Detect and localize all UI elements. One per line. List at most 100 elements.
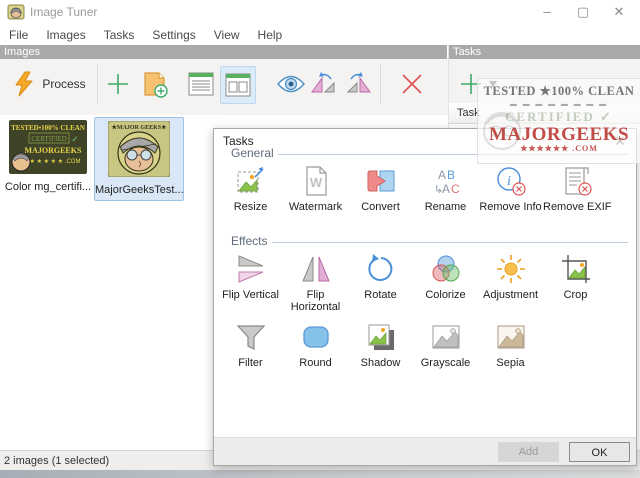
remove-images-button[interactable] — [396, 66, 428, 102]
list-view-icon — [188, 72, 214, 96]
certified-stamp-thumbnail: TESTED•100% CLEAN CERTIFIED ✓ MAJORGEEKS… — [9, 120, 87, 174]
ok-button[interactable]: OK — [569, 442, 630, 462]
task-adjustment[interactable]: Adjustment — [478, 253, 543, 313]
shadow-icon — [368, 324, 394, 350]
process-button[interactable]: Process — [6, 66, 92, 102]
task-remove-info[interactable]: i Remove Info — [478, 165, 543, 213]
add-images-button[interactable] — [103, 66, 133, 102]
task-filter[interactable]: Filter — [218, 321, 283, 369]
list-view-button[interactable] — [184, 66, 218, 102]
task-label: Colorize — [425, 289, 466, 301]
task-label: Crop — [563, 289, 588, 301]
thumbnail-label: Color mg_certifi... — [4, 181, 92, 193]
add-task-dropdown[interactable] — [487, 66, 499, 102]
task-label: Adjustment — [482, 289, 539, 301]
svg-text:CERTIFIED: CERTIFIED — [31, 135, 66, 143]
task-rotate[interactable]: Rotate — [348, 253, 413, 313]
thumbnail-view-button[interactable] — [220, 66, 256, 104]
svg-text:MAJORGEEKS: MAJORGEEKS — [25, 146, 82, 155]
svg-text:★MAJOR GEEKS★: ★MAJOR GEEKS★ — [112, 124, 168, 131]
title-bar: Image Tuner – ▢ ✕ — [0, 0, 640, 24]
menu-images[interactable]: Images — [37, 28, 94, 42]
task-sepia[interactable]: Sepia — [478, 321, 543, 369]
thumbnail-item-selected[interactable]: ★MAJOR GEEKS★ MajorGeeksTest... — [94, 117, 184, 201]
chevron-down-icon — [489, 81, 497, 87]
maximize-button[interactable]: ▢ — [566, 0, 600, 24]
group-label-effects: Effects — [227, 234, 272, 248]
filter-icon — [236, 325, 265, 350]
majorgeeks-logo-thumbnail: ★MAJOR GEEKS★ — [107, 120, 171, 178]
task-label: Resize — [233, 201, 268, 213]
task-crop[interactable]: Crop — [543, 253, 608, 313]
task-label: Grayscale — [420, 357, 471, 369]
task-colorize[interactable]: Colorize — [413, 253, 478, 313]
grayscale-icon — [432, 325, 459, 349]
rotate-right-icon — [346, 72, 371, 93]
empty-cell — [543, 321, 608, 369]
task-grayscale[interactable]: Grayscale — [413, 321, 478, 369]
minimize-button[interactable]: – — [530, 0, 564, 24]
general-task-row: Resize W Watermark Convert A B ↳ A C Ren… — [218, 165, 634, 213]
rotate-left-button[interactable] — [308, 66, 340, 102]
remove-info-icon: i — [496, 167, 526, 196]
plus-icon — [461, 74, 481, 94]
thumbnail-item[interactable]: TESTED•100% CLEAN CERTIFIED ✓ MAJORGEEKS… — [4, 120, 92, 193]
task-label: Shadow — [360, 357, 401, 369]
rotate-right-button[interactable] — [342, 66, 374, 102]
delete-x-icon — [402, 74, 422, 94]
menu-tasks[interactable]: Tasks — [95, 28, 144, 42]
thumbnail-label: MajorGeeksTest... — [95, 184, 184, 196]
task-label: Filter — [238, 357, 263, 369]
flip-vertical-icon — [238, 255, 263, 283]
task-column-header[interactable]: Task — [449, 103, 640, 124]
group-line — [276, 154, 628, 155]
dialog-footer: Add OK — [214, 437, 636, 465]
window-title: Image Tuner — [30, 5, 98, 19]
svg-text:W: W — [309, 175, 322, 190]
sepia-icon — [497, 325, 524, 349]
task-label: Rotate — [364, 289, 397, 301]
lightning-icon — [15, 71, 33, 97]
thumbnail-view-icon — [225, 73, 251, 97]
plus-icon — [108, 74, 128, 94]
remove-exif-icon — [565, 167, 592, 196]
menu-help[interactable]: Help — [249, 28, 292, 42]
menu-settings[interactable]: Settings — [143, 28, 204, 42]
task-label: Remove Info — [479, 201, 542, 213]
images-pane-header: Images — [0, 45, 447, 59]
svg-text:i: i — [507, 174, 511, 189]
effects-task-row-2: Filter Round Shadow Grayscale Sepia — [218, 321, 634, 369]
svg-text:✓: ✓ — [71, 134, 79, 144]
group-line — [272, 242, 628, 243]
flip-horizontal-icon — [301, 256, 330, 282]
task-shadow[interactable]: Shadow — [348, 321, 413, 369]
rotate-left-icon — [311, 72, 335, 93]
convert-icon — [367, 170, 394, 192]
folder-add-icon — [144, 72, 168, 98]
watermark-icon: W — [305, 166, 327, 196]
add-task-button[interactable] — [456, 66, 486, 102]
add-folder-button[interactable] — [139, 66, 173, 102]
task-rename[interactable]: A B ↳ A C Rename — [413, 165, 478, 213]
task-flip-horizontal[interactable]: Flip Horizontal — [283, 253, 348, 313]
task-label: Flip Horizontal — [290, 289, 341, 313]
group-label-general: General — [227, 146, 278, 160]
preview-button[interactable] — [274, 66, 308, 102]
menu-bar: File Images Tasks Settings View Help — [0, 24, 640, 45]
task-label: Round — [299, 357, 332, 369]
task-convert[interactable]: Convert — [348, 165, 413, 213]
add-button[interactable]: Add — [498, 442, 559, 462]
task-round[interactable]: Round — [283, 321, 348, 369]
task-watermark[interactable]: W Watermark — [283, 165, 348, 213]
svg-text:TESTED•100% CLEAN: TESTED•100% CLEAN — [11, 124, 85, 132]
rotate-icon — [367, 254, 392, 281]
colorize-icon — [432, 255, 459, 282]
dialog-close-button[interactable]: ✕ — [611, 132, 629, 150]
task-resize[interactable]: Resize — [218, 165, 283, 213]
close-button[interactable]: ✕ — [602, 0, 636, 24]
task-flip-vertical[interactable]: Flip Vertical — [218, 253, 283, 313]
menu-file[interactable]: File — [0, 28, 37, 42]
task-remove-exif[interactable]: Remove EXIF — [543, 165, 611, 213]
eye-icon — [277, 75, 305, 93]
menu-view[interactable]: View — [205, 28, 249, 42]
